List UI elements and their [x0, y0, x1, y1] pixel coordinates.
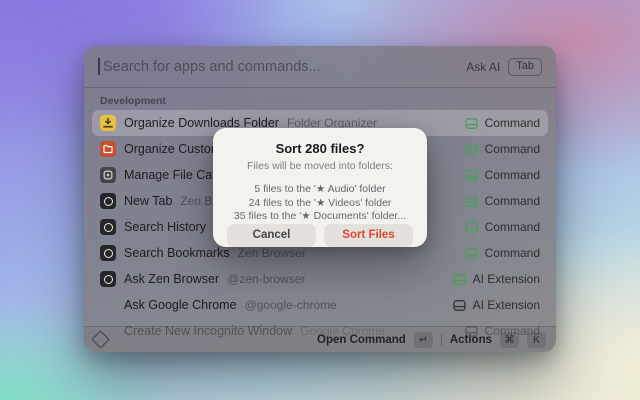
command-icon	[465, 247, 478, 260]
command-icon	[465, 169, 478, 182]
zen-browser-icon	[100, 193, 116, 209]
item-title: Search History	[124, 220, 206, 234]
footer-divider	[441, 334, 442, 346]
actions-label[interactable]: Actions	[450, 334, 492, 346]
dialog-detail-line: 24 files to the '★ Videos' folder	[227, 197, 413, 211]
item-type-label: Command	[485, 194, 540, 208]
cancel-button[interactable]: Cancel	[227, 224, 316, 247]
text-caret	[98, 58, 100, 75]
search-input[interactable]: Search for apps and commands...	[103, 59, 466, 75]
cmd-key-badge: ⌘	[500, 332, 519, 348]
item-title: New Tab	[124, 194, 172, 208]
confirm-dialog: Sort 280 files? Files will be moved into…	[213, 128, 427, 247]
ai-extension-icon	[453, 299, 466, 312]
tab-key-badge: Tab	[508, 58, 542, 76]
footer-bar: Open Command ↵ Actions ⌘ K	[84, 326, 556, 352]
list-item-ask-google-chrome[interactable]: Ask Google Chrome @google-chrome AI Exte…	[92, 292, 548, 318]
sort-files-button[interactable]: Sort Files	[324, 224, 413, 247]
zen-browser-icon	[100, 219, 116, 235]
item-subtitle: @google-chrome	[245, 298, 337, 312]
dialog-details: 5 files to the '★ Audio' folder 24 files…	[227, 183, 413, 224]
item-subtitle: Zen Browser	[238, 246, 306, 260]
item-type-label: Command	[485, 142, 540, 156]
dialog-detail-line: 5 files to the '★ Audio' folder	[227, 183, 413, 197]
zen-browser-icon	[100, 271, 116, 287]
enter-key-badge: ↵	[414, 332, 433, 348]
download-icon	[100, 115, 116, 131]
ask-ai-label[interactable]: Ask AI	[466, 60, 500, 74]
zen-browser-icon	[100, 245, 116, 261]
raycast-icon	[91, 330, 109, 348]
dialog-subtitle: Files will be moved into folders:	[227, 160, 413, 172]
k-key-badge: K	[527, 332, 546, 348]
dialog-detail-line: 35 files to the '★ Documents' folder...	[227, 210, 413, 224]
item-type-label: Command	[485, 246, 540, 260]
command-icon	[465, 117, 478, 130]
dialog-title: Sort 280 files?	[227, 141, 413, 156]
item-title: Ask Zen Browser	[124, 272, 219, 286]
ai-extension-icon	[453, 273, 466, 286]
folder-icon	[100, 141, 116, 157]
command-icon	[465, 221, 478, 234]
item-type-label: Command	[485, 116, 540, 130]
command-icon	[465, 143, 478, 156]
desktop-background: Search for apps and commands... Ask AI T…	[0, 0, 640, 400]
item-type-label: AI Extension	[473, 298, 540, 312]
chrome-icon	[100, 297, 116, 313]
item-subtitle: @zen-browser	[227, 272, 305, 286]
section-header: Development	[84, 88, 556, 110]
item-title: Search Bookmarks	[124, 246, 230, 260]
list-item-ask-zen-browser[interactable]: Ask Zen Browser @zen-browser AI Extensio…	[92, 266, 548, 292]
categories-icon	[100, 167, 116, 183]
search-bar[interactable]: Search for apps and commands... Ask AI T…	[84, 46, 556, 88]
item-title: Ask Google Chrome	[124, 298, 237, 312]
command-icon	[465, 195, 478, 208]
open-command-label[interactable]: Open Command	[317, 334, 406, 346]
item-type-label: AI Extension	[473, 272, 540, 286]
item-type-label: Command	[485, 220, 540, 234]
item-type-label: Command	[485, 168, 540, 182]
